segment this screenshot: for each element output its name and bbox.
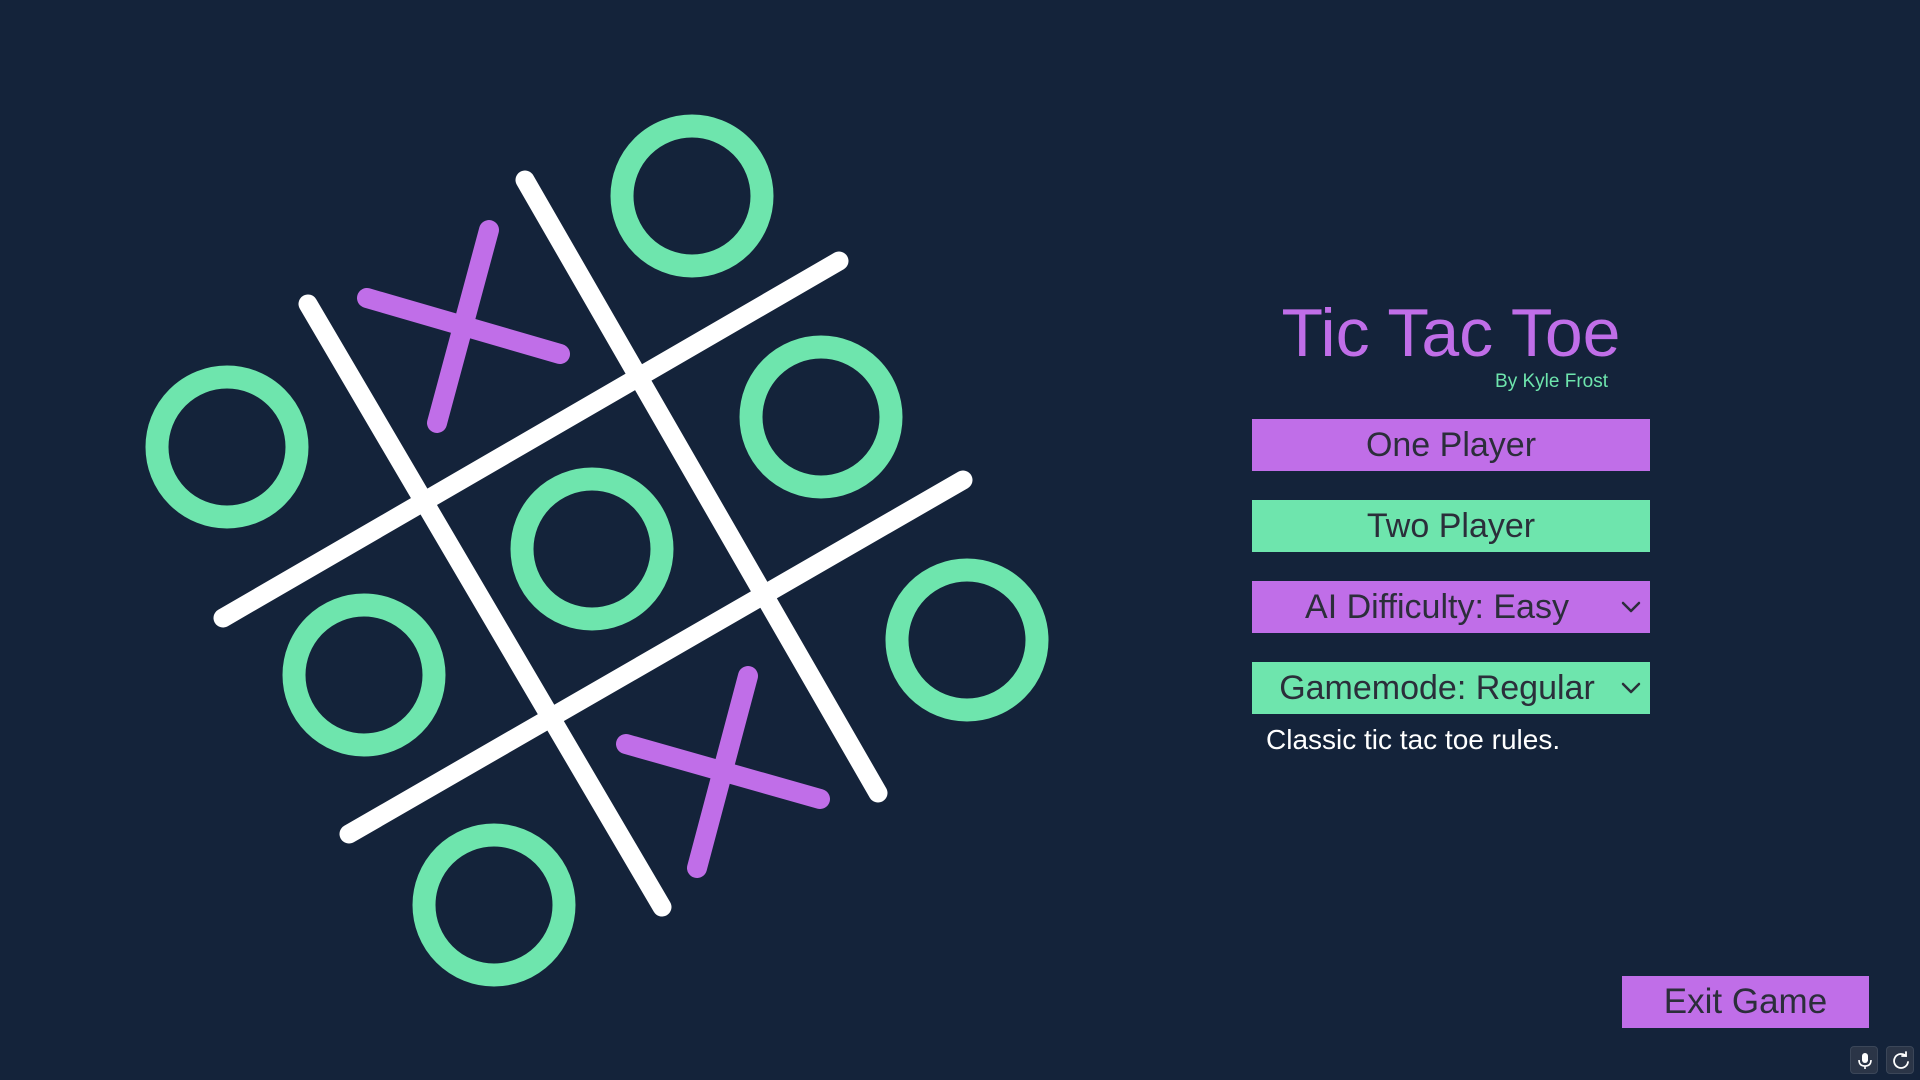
gamemode-description: Classic tic tac toe rules. [1266,724,1561,755]
o-mark [282,593,446,757]
o-mark [885,558,1049,722]
x-mark [616,666,830,878]
o-marks [145,114,1049,987]
gamemode-dropdown[interactable]: Gamemode: Regular [1252,662,1650,714]
chevron-down-icon [1621,682,1641,694]
refresh-icon[interactable] [1886,1046,1914,1074]
two-player-button[interactable]: Two Player [1252,500,1650,552]
author-credit: By Kyle Frost [1495,371,1608,392]
gamemode-selected: Gamemode: Regular [1279,669,1595,707]
game-screen: Tic Tac Toe By Kyle Frost One Player Two… [0,0,1920,1080]
o-mark [145,365,309,529]
o-mark [739,335,903,499]
one-player-button[interactable]: One Player [1252,419,1650,471]
ai-difficulty-dropdown[interactable]: AI Difficulty: Easy [1252,581,1650,633]
game-title: Tic Tac Toe [1281,295,1621,371]
microphone-icon[interactable] [1850,1046,1878,1074]
o-mark [610,114,774,278]
chevron-down-icon [1621,601,1641,613]
board-grid [213,170,973,917]
ai-difficulty-selected: AI Difficulty: Easy [1305,588,1569,626]
o-mark [510,467,674,631]
x-mark [357,220,570,433]
exit-game-button[interactable]: Exit Game [1622,976,1869,1028]
o-mark [412,823,576,987]
